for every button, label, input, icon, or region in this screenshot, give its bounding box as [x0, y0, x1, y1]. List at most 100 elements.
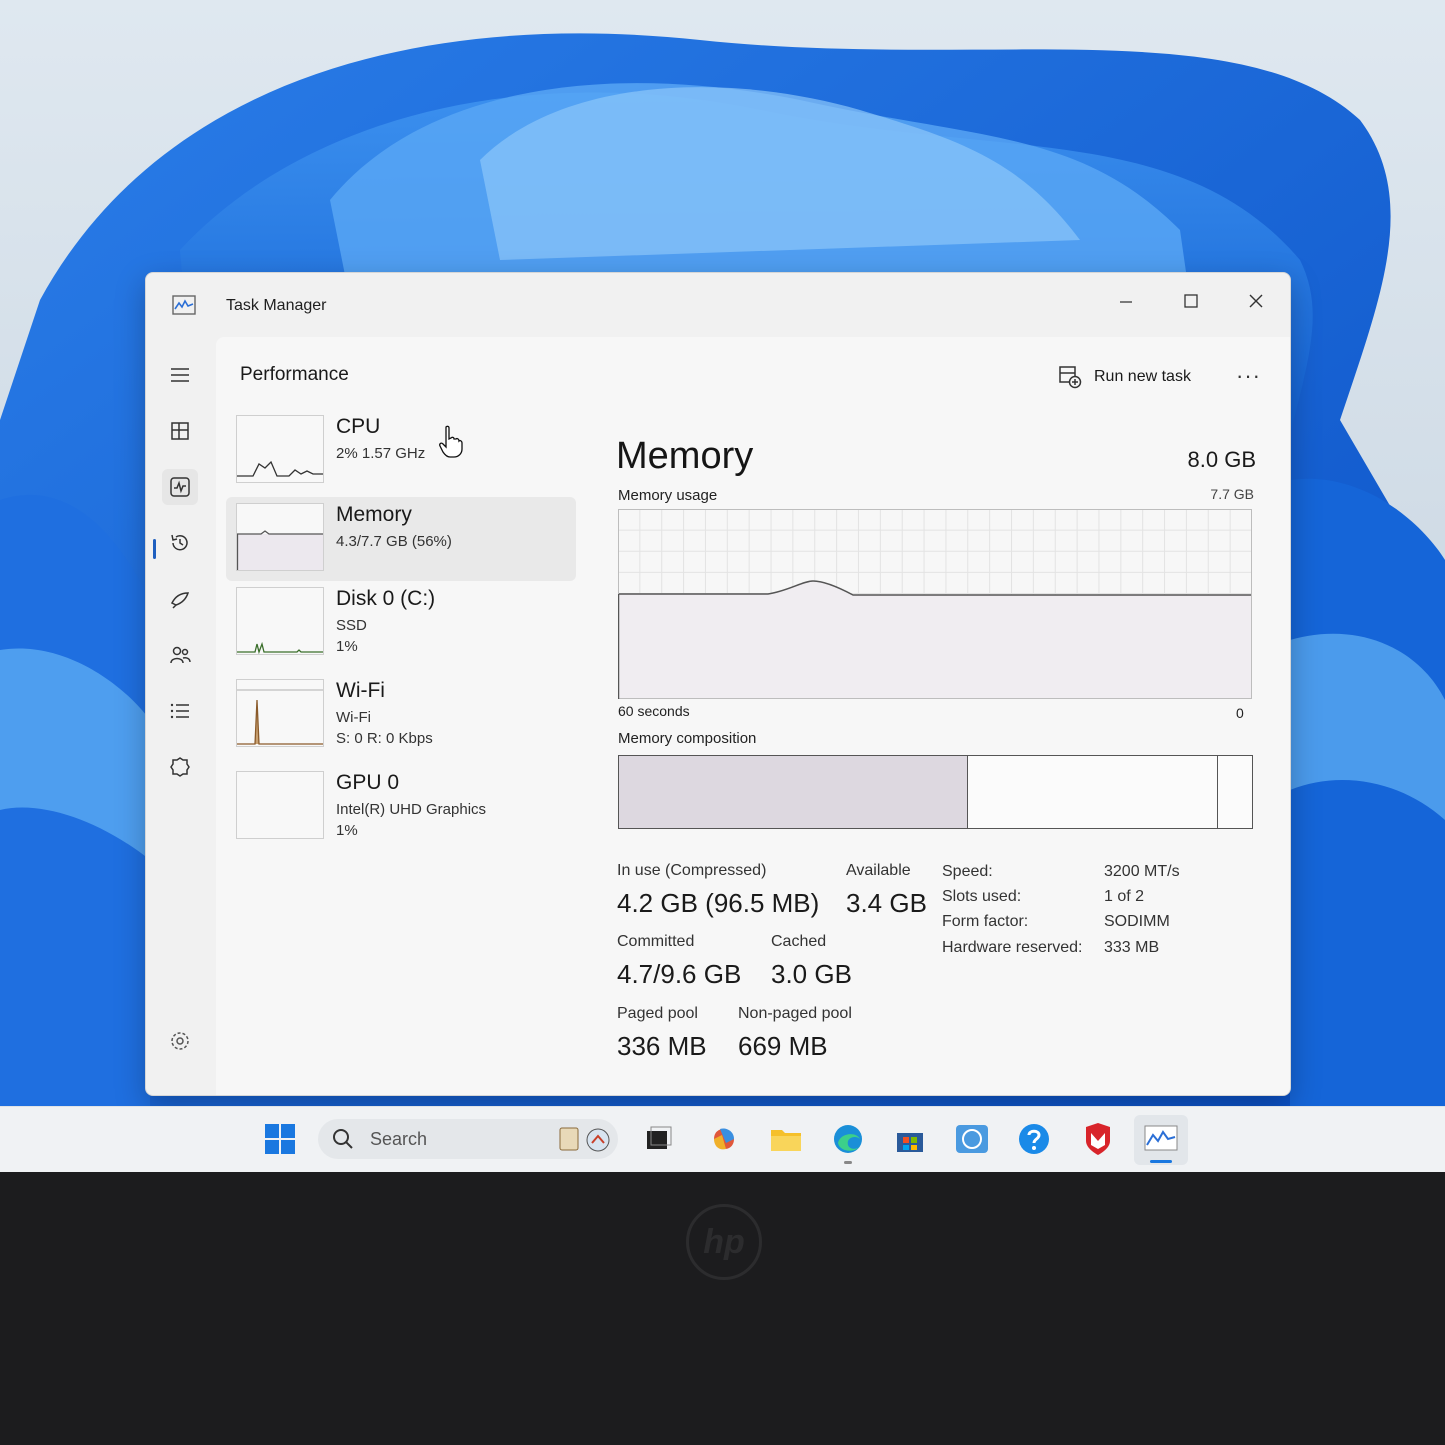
- form-factor-label: Form factor:: [942, 913, 1029, 930]
- device-memory[interactable]: Memory 4.3/7.7 GB (56%): [226, 497, 576, 581]
- non-paged-pool-label: Non-paged pool: [738, 1005, 852, 1022]
- hamburger-menu-icon[interactable]: [162, 357, 198, 393]
- hardware-reserved-label: Hardware reserved:: [942, 939, 1083, 956]
- available-label: Available: [846, 862, 911, 879]
- graph-axis-left-label: 60 seconds: [618, 703, 690, 719]
- task-view-icon[interactable]: [641, 1121, 677, 1157]
- device-detail: 2% 1.57 GHz: [336, 445, 426, 462]
- minimize-icon: [1120, 301, 1132, 303]
- help-icon[interactable]: [1016, 1121, 1052, 1157]
- app-history-icon[interactable]: [162, 525, 198, 561]
- committed-label: Committed: [617, 933, 695, 950]
- device-gpu[interactable]: GPU 0 Intel(R) UHD Graphics 1%: [226, 765, 576, 849]
- device-detail: 4.3/7.7 GB (56%): [336, 533, 452, 550]
- paged-pool-value: 336 MB: [617, 1031, 707, 1061]
- file-explorer-icon[interactable]: [768, 1121, 804, 1157]
- edge-browser-icon[interactable]: [830, 1121, 866, 1157]
- search-box[interactable]: Search: [318, 1119, 618, 1159]
- run-new-task-button[interactable]: Run new task: [1058, 365, 1191, 389]
- cpu-thumbnail-graph: [236, 415, 324, 483]
- performance-icon[interactable]: [162, 469, 198, 505]
- wifi-thumbnail-graph: [236, 679, 324, 747]
- task-manager-taskbar-icon: [1144, 1125, 1178, 1151]
- speed-value: 3200 MT/s: [1104, 863, 1180, 880]
- in-use-value: 4.2 GB (96.5 MB): [617, 888, 820, 918]
- device-detail: 1%: [336, 638, 358, 655]
- search-highlight-icon: [559, 1127, 610, 1152]
- hp-support-icon[interactable]: [954, 1121, 990, 1157]
- graph-axis-right-label: 0: [1236, 705, 1244, 721]
- users-icon[interactable]: [162, 637, 198, 673]
- mcafee-icon[interactable]: [1080, 1121, 1116, 1157]
- cached-label: Cached: [771, 933, 827, 950]
- non-paged-pool-value: 669 MB: [738, 1031, 828, 1061]
- startup-apps-icon[interactable]: [162, 581, 198, 617]
- side-navigation: [146, 337, 214, 1095]
- processes-icon[interactable]: [162, 413, 198, 449]
- memory-usage-label: Memory usage: [618, 487, 718, 504]
- task-manager-window: Task Manager Performance Run new task ··…: [145, 272, 1291, 1096]
- nav-active-indicator: [153, 539, 156, 559]
- device-detail: SSD: [336, 617, 367, 634]
- window-title: Task Manager: [226, 297, 327, 314]
- performance-content: Performance Run new task ··· CPU 2% 1.57…: [216, 337, 1290, 1095]
- microsoft-store-icon[interactable]: [892, 1121, 928, 1157]
- taskbar: Search: [0, 1106, 1445, 1173]
- minimize-button[interactable]: [1096, 281, 1156, 321]
- device-detail: S: 0 R: 0 Kbps: [336, 730, 433, 747]
- memory-composition-bar: [618, 755, 1253, 829]
- device-name: Memory: [336, 503, 412, 526]
- slots-used-label: Slots used:: [942, 888, 1022, 905]
- run-new-task-icon: [1059, 366, 1082, 389]
- settings-icon[interactable]: [162, 1023, 198, 1059]
- active-app-indicator: [1150, 1160, 1172, 1163]
- copilot-icon[interactable]: [706, 1121, 742, 1157]
- device-disk[interactable]: Disk 0 (C:) SSD 1%: [226, 581, 576, 665]
- memory-thumbnail-graph: [236, 503, 324, 571]
- device-list: CPU 2% 1.57 GHz Memory 4.3/7.7 GB (56%) …: [216, 409, 576, 1095]
- hardware-reserved-value: 333 MB: [1104, 939, 1160, 956]
- memory-heading: Memory: [616, 435, 754, 477]
- memory-composition-label: Memory composition: [618, 730, 757, 747]
- memory-usage-area: [618, 581, 1252, 699]
- services-icon[interactable]: [162, 749, 198, 785]
- device-name: CPU: [336, 415, 381, 438]
- memory-total: 8.0 GB: [1187, 447, 1256, 472]
- task-manager-app-icon: [172, 295, 196, 315]
- gpu-thumbnail-graph: [236, 771, 324, 839]
- speed-label: Speed:: [942, 863, 993, 880]
- close-icon: [1249, 294, 1263, 308]
- slots-used-value: 1 of 2: [1104, 888, 1145, 905]
- device-name: GPU 0: [336, 771, 400, 794]
- composition-standby-segment: [967, 756, 1219, 828]
- device-detail: Intel(R) UHD Graphics: [336, 801, 487, 818]
- page-title: Performance: [240, 364, 349, 385]
- more-options-button[interactable]: ···: [1236, 363, 1261, 389]
- disk-thumbnail-graph: [236, 587, 324, 655]
- details-icon[interactable]: [162, 693, 198, 729]
- form-factor-value: SODIMM: [1104, 913, 1170, 930]
- device-cpu[interactable]: CPU 2% 1.57 GHz: [226, 409, 576, 493]
- memory-usage-line: [618, 580, 1252, 596]
- cached-value: 3.0 GB: [771, 959, 852, 989]
- device-wifi[interactable]: Wi-Fi Wi-Fi S: 0 R: 0 Kbps: [226, 673, 576, 757]
- edge-running-indicator: [844, 1161, 852, 1164]
- composition-in-use-segment: [619, 756, 969, 828]
- hp-logo: hp: [686, 1204, 762, 1280]
- maximize-button[interactable]: [1161, 281, 1221, 321]
- run-new-task-label: Run new task: [1094, 368, 1191, 385]
- windows-start-icon[interactable]: [262, 1121, 298, 1157]
- paged-pool-label: Paged pool: [617, 1005, 698, 1022]
- search-icon: [333, 1129, 353, 1149]
- hand-cursor-icon: [439, 425, 463, 458]
- device-name: Wi-Fi: [336, 679, 385, 702]
- title-bar[interactable]: Task Manager: [146, 273, 1290, 337]
- close-button[interactable]: [1226, 281, 1286, 321]
- task-manager-taskbar-button[interactable]: [1134, 1115, 1188, 1165]
- device-name: Disk 0 (C:): [336, 587, 436, 610]
- search-placeholder: Search: [370, 1129, 428, 1149]
- available-value: 3.4 GB: [846, 888, 927, 918]
- maximize-icon: [1184, 294, 1198, 308]
- in-use-label: In use (Compressed): [617, 862, 767, 879]
- device-detail: Wi-Fi: [336, 709, 371, 726]
